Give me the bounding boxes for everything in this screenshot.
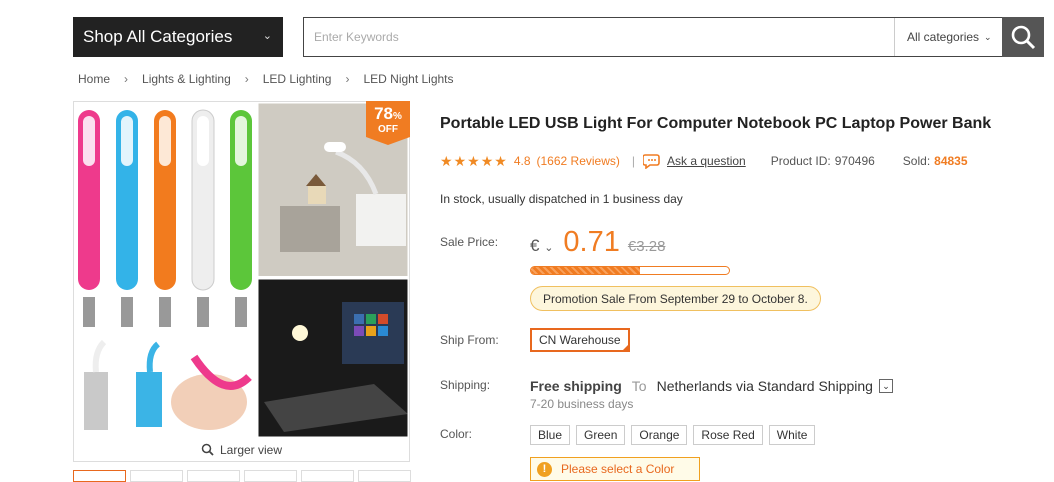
chevron-right-icon: › [345,72,350,86]
reviews-link[interactable]: (1662 Reviews) [537,154,620,168]
color-option-orange[interactable]: Orange [631,425,688,445]
currency-selector[interactable]: € ⌄ [530,236,553,256]
thumbnail[interactable] [301,470,354,482]
breadcrumb-home[interactable]: Home [78,72,110,86]
chevron-right-icon: › [244,72,249,86]
thumbnail[interactable] [187,470,240,482]
ship-from-label: Ship From: [440,333,499,347]
ship-from-value: CN Warehouse [539,333,621,347]
shop-all-categories-button[interactable]: Shop All Categories ⌄ [73,17,283,57]
chevron-down-icon: ⌄ [984,31,992,42]
divider: | [631,154,635,168]
price-row: € ⌄ 0.71 €3.28 [530,226,665,259]
shipping-dropdown[interactable]: ⌄ [878,379,893,393]
search-bar: All categories ⌄ [303,17,1003,57]
larger-view-button[interactable]: Larger view [73,438,410,462]
original-price: €3.28 [627,238,666,255]
search-input[interactable] [314,19,899,55]
chevron-down-icon: ⌄ [544,242,554,254]
color-label: Color: [440,427,473,441]
color-warning: ! Please select a Color [530,457,700,481]
thumbnail[interactable] [130,470,183,482]
sale-price-label: Sale Price: [440,235,499,249]
larger-view-label: Larger view [219,442,283,457]
color-option-white[interactable]: White [768,425,816,445]
color-option-green[interactable]: Green [576,425,626,445]
shipping-label: Shipping: [440,378,491,392]
sale-progress-bar [530,266,730,275]
chat-icon [643,154,660,169]
breadcrumb-lights-lighting[interactable]: Lights & Lighting [142,72,231,86]
chevron-down-icon: ⌄ [882,380,890,391]
product-meta: ★★★★★ 4.8 (1662 Reviews) | Ask a questio… [440,153,968,169]
color-options: Blue Green Orange Rose Red White [530,425,821,445]
stock-status: In stock, usually dispatched in 1 busine… [440,192,683,206]
search-icon [201,443,214,456]
sold-label: Sold: [902,154,931,168]
sale-progress-fill [531,267,640,274]
ask-question-link[interactable]: Ask a question [667,154,746,168]
thumbnail[interactable] [358,470,411,482]
selected-check-icon [620,343,630,352]
shipping-info: Free shipping To Netherlands via Standar… [530,378,893,394]
discount-percent: 78 [374,104,393,123]
thumbnail[interactable] [73,470,126,482]
ship-from-option[interactable]: CN Warehouse [530,328,630,352]
color-option-blue[interactable]: Blue [530,425,571,445]
chevron-down-icon: ⌄ [262,30,272,42]
category-select-label: All categories [907,30,980,44]
rating-value: 4.8 [513,154,531,168]
sale-price: 0.71 [563,226,620,258]
product-id: 970496 [834,154,875,168]
color-option-rose-red[interactable]: Rose Red [693,425,763,445]
product-image [72,100,411,440]
chevron-right-icon: › [124,72,129,86]
discount-percent-sign: % [393,111,402,122]
star-rating-icon: ★★★★★ [440,152,507,169]
category-select[interactable]: All categories ⌄ [894,18,1002,56]
product-id-label: Product ID: [770,154,831,168]
shipping-destination: Netherlands via Standard Shipping [656,378,873,394]
promotion-banner: Promotion Sale From September 29 to Octo… [530,286,821,311]
shipping-days: 7-20 business days [530,397,634,411]
warning-icon: ! [537,461,552,477]
discount-off-label: OFF [378,124,398,135]
breadcrumb: Home › Lights & Lighting › LED Lighting … [78,72,454,86]
search-icon [1011,25,1036,50]
product-image-gallery[interactable] [72,100,411,462]
search-button[interactable] [1002,17,1044,57]
shipping-to: To [631,378,647,394]
color-warning-text: Please select a Color [561,462,675,476]
thumbnail[interactable] [244,470,297,482]
currency-symbol: € [530,236,540,255]
discount-badge: 78% OFF [366,101,410,145]
breadcrumb-led-lighting[interactable]: LED Lighting [263,72,332,86]
sold-count: 84835 [934,154,968,168]
shop-all-categories-label: Shop All Categories [83,27,233,46]
free-shipping: Free shipping [530,378,622,394]
breadcrumb-led-night-lights[interactable]: LED Night Lights [363,72,453,86]
product-title: Portable LED USB Light For Computer Note… [440,115,992,132]
